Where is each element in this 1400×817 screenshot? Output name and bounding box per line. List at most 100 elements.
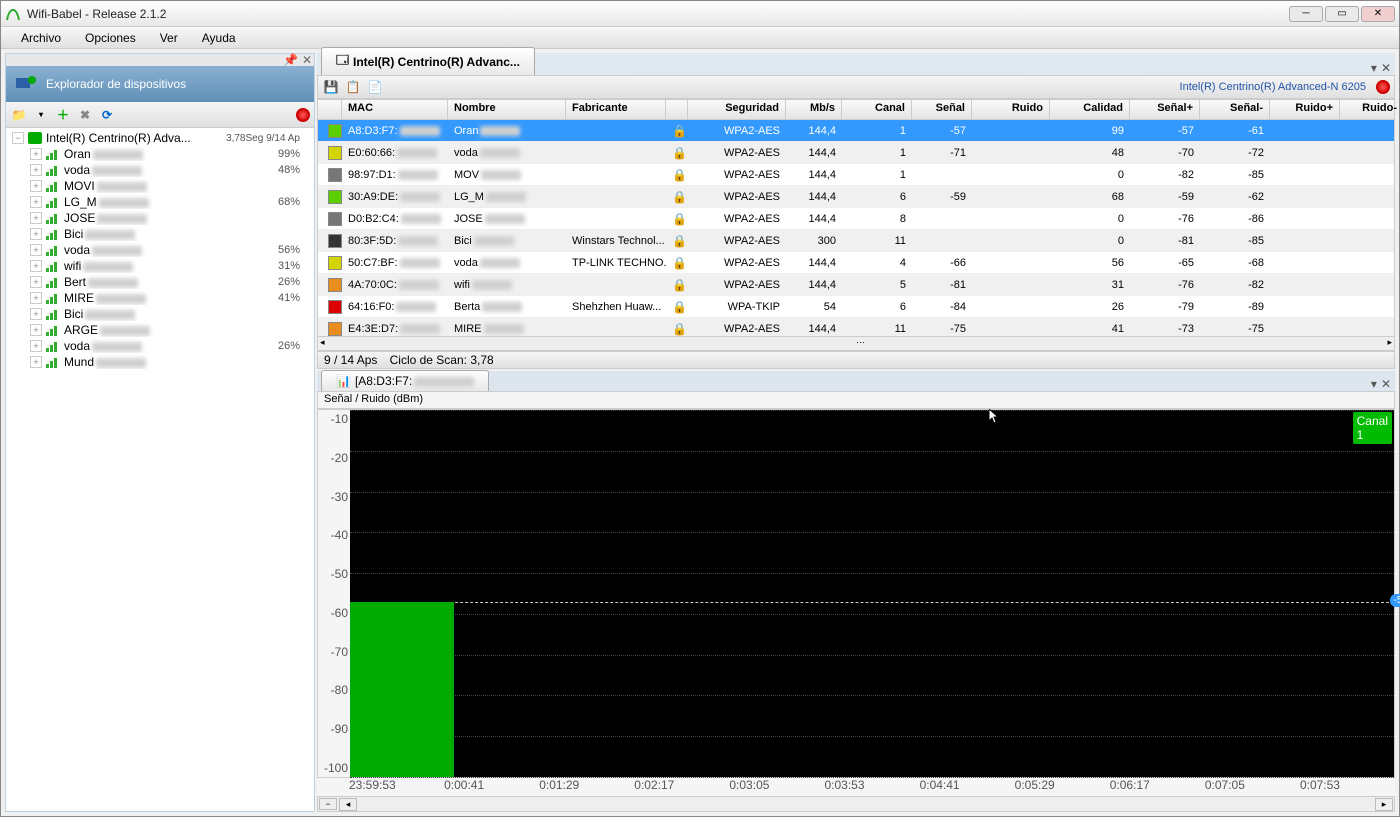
col-ruidop[interactable]: Ruido+ bbox=[1270, 100, 1340, 119]
settings-button[interactable]: 📄 bbox=[366, 78, 384, 96]
expand-icon[interactable]: + bbox=[30, 148, 42, 160]
expand-icon[interactable]: + bbox=[30, 292, 42, 304]
expand-icon[interactable]: + bbox=[30, 356, 42, 368]
tree-item-label: Bert bbox=[64, 275, 278, 289]
add-button[interactable]: ＋ bbox=[54, 106, 72, 124]
col-senalp[interactable]: Señal+ bbox=[1130, 100, 1200, 119]
maximize-button[interactable]: ▭ bbox=[1325, 6, 1359, 22]
grid-body[interactable]: A8:D3:F7: Oran 🔒 WPA2-AES 144,4 1 -57 99… bbox=[318, 120, 1394, 336]
col-seguridad[interactable]: Seguridad bbox=[688, 100, 786, 119]
expand-icon[interactable]: + bbox=[30, 212, 42, 224]
expand-icon[interactable]: + bbox=[30, 340, 42, 352]
record-icon[interactable] bbox=[296, 108, 310, 122]
x-axis: 23:59:530:00:410:01:290:02:170:03:050:03… bbox=[317, 778, 1395, 796]
device-tree[interactable]: − Intel(R) Centrino(R) Adva... 3,78Seg 9… bbox=[6, 128, 314, 811]
close-button[interactable]: ✕ bbox=[1361, 6, 1395, 22]
expand-icon[interactable]: + bbox=[30, 244, 42, 256]
chart-tab-strip: 📊 [A8:D3:F7: ▾ ✕ bbox=[317, 371, 1395, 391]
chart-tab[interactable]: 📊 [A8:D3:F7: bbox=[321, 370, 489, 391]
chart-dropdown-icon[interactable]: ▾ bbox=[1371, 377, 1377, 391]
col-mac[interactable]: MAC bbox=[342, 100, 448, 119]
tree-item[interactable]: +Oran99% bbox=[8, 146, 312, 162]
collapse-icon[interactable]: − bbox=[12, 132, 24, 144]
remove-button[interactable]: ✖ bbox=[76, 106, 94, 124]
expand-icon[interactable]: + bbox=[30, 228, 42, 240]
expand-icon[interactable]: + bbox=[30, 196, 42, 208]
record-toggle[interactable] bbox=[1376, 80, 1390, 94]
plot-area[interactable]: Canal1 -57 bbox=[350, 410, 1394, 777]
h-scrollbar[interactable]: ◂ ⋯ ▸ bbox=[318, 336, 1394, 350]
grid-header: MAC Nombre Fabricante Seguridad Mb/s Can… bbox=[318, 100, 1394, 120]
tree-root[interactable]: − Intel(R) Centrino(R) Adva... 3,78Seg 9… bbox=[8, 130, 312, 146]
scroll-right-button[interactable]: ▸ bbox=[1375, 798, 1393, 811]
scroll-left-button[interactable]: ◂ bbox=[339, 798, 357, 811]
adapter-tab-strip: 🗔 Intel(R) Centrino(R) Advanc... ▾ ✕ bbox=[317, 53, 1395, 75]
col-canal[interactable]: Canal bbox=[842, 100, 912, 119]
expand-icon[interactable]: + bbox=[30, 260, 42, 272]
tree-item[interactable]: +Bert26% bbox=[8, 274, 312, 290]
dropdown-icon[interactable]: ▾ bbox=[32, 106, 50, 124]
lock-icon: 🔒 bbox=[672, 234, 687, 248]
tree-item[interactable]: +Bici bbox=[8, 226, 312, 242]
refresh-button[interactable]: ⟳ bbox=[98, 106, 116, 124]
menu-opciones[interactable]: Opciones bbox=[75, 28, 146, 48]
tab-dropdown-icon[interactable]: ▾ bbox=[1371, 61, 1377, 75]
chart-close-icon[interactable]: ✕ bbox=[1381, 377, 1391, 391]
col-nombre[interactable]: Nombre bbox=[448, 100, 566, 119]
menu-ver[interactable]: Ver bbox=[150, 28, 188, 48]
table-row[interactable]: E0:60:66: voda 🔒 WPA2-AES 144,4 1 -71 48… bbox=[318, 142, 1394, 164]
tree-item-label: voda bbox=[64, 163, 278, 177]
table-row[interactable]: 50:C7:BF: voda TP-LINK TECHNO... 🔒 WPA2-… bbox=[318, 252, 1394, 274]
export-button[interactable]: 📋 bbox=[344, 78, 362, 96]
col-ruidom[interactable]: Ruido- bbox=[1340, 100, 1400, 119]
col-calidad[interactable]: Calidad bbox=[1050, 100, 1130, 119]
table-row[interactable]: 4A:70:0C: wifi 🔒 WPA2-AES 144,4 5 -81 31… bbox=[318, 274, 1394, 296]
tree-item[interactable]: + voda48% bbox=[8, 162, 312, 178]
table-row[interactable]: 80:3F:5D: Bici Winstars Technol... 🔒 WPA… bbox=[318, 230, 1394, 252]
col-fabricante[interactable]: Fabricante bbox=[566, 100, 666, 119]
col-ruido[interactable]: Ruido bbox=[972, 100, 1050, 119]
tree-item[interactable]: +JOSE bbox=[8, 210, 312, 226]
tree-item[interactable]: +MIRE41% bbox=[8, 290, 312, 306]
tree-item[interactable]: +voda26% bbox=[8, 338, 312, 354]
networks-grid: MAC Nombre Fabricante Seguridad Mb/s Can… bbox=[317, 99, 1395, 351]
expand-icon[interactable]: + bbox=[30, 276, 42, 288]
menu-ayuda[interactable]: Ayuda bbox=[192, 28, 246, 48]
col-mbs[interactable]: Mb/s bbox=[786, 100, 842, 119]
signal-icon bbox=[46, 324, 60, 336]
expand-icon[interactable]: + bbox=[30, 324, 42, 336]
tree-item[interactable]: +Bici bbox=[8, 306, 312, 322]
table-row[interactable]: 30:A9:DE: LG_M 🔒 WPA2-AES 144,4 6 -59 68… bbox=[318, 186, 1394, 208]
table-row[interactable]: E4:3E:D7: MIRE 🔒 WPA2-AES 144,4 11 -75 4… bbox=[318, 318, 1394, 336]
lock-icon: 🔒 bbox=[672, 300, 687, 314]
save-button[interactable]: 💾 bbox=[322, 78, 340, 96]
panel-close-icon[interactable]: ✕ bbox=[302, 53, 312, 67]
table-row[interactable]: A8:D3:F7: Oran 🔒 WPA2-AES 144,4 1 -57 99… bbox=[318, 120, 1394, 142]
pin-icon[interactable]: 📌 bbox=[283, 53, 298, 67]
tree-item-label: Mund bbox=[64, 355, 300, 369]
chart-scrollbar[interactable]: − ◂ ▸ bbox=[317, 796, 1395, 812]
adapter-tab[interactable]: 🗔 Intel(R) Centrino(R) Advanc... bbox=[321, 47, 535, 75]
tree-item[interactable]: +MOVI bbox=[8, 178, 312, 194]
tab-close-icon[interactable]: ✕ bbox=[1381, 61, 1391, 75]
expand-icon[interactable]: + bbox=[30, 308, 42, 320]
zoom-out-button[interactable]: − bbox=[319, 798, 337, 810]
expand-icon[interactable]: + bbox=[30, 180, 42, 192]
tree-item[interactable]: +ARGE bbox=[8, 322, 312, 338]
tree-item[interactable]: +wifi31% bbox=[8, 258, 312, 274]
tree-item[interactable]: +LG_M68% bbox=[8, 194, 312, 210]
tree-item[interactable]: +voda56% bbox=[8, 242, 312, 258]
tree-item[interactable]: + Mund bbox=[8, 354, 312, 370]
menu-archivo[interactable]: Archivo bbox=[11, 28, 71, 48]
table-row[interactable]: 64:16:F0: Berta Shehzhen Huaw... 🔒 WPA-T… bbox=[318, 296, 1394, 318]
folder-icon[interactable]: 📁 bbox=[10, 106, 28, 124]
col-senal[interactable]: Señal bbox=[912, 100, 972, 119]
signal-icon bbox=[46, 308, 60, 320]
table-row[interactable]: D0:B2:C4: JOSE 🔒 WPA2-AES 144,4 8 0 -76 … bbox=[318, 208, 1394, 230]
minimize-button[interactable]: ─ bbox=[1289, 6, 1323, 22]
expand-icon[interactable]: + bbox=[30, 164, 42, 176]
table-row[interactable]: 98:97:D1: MOV 🔒 WPA2-AES 144,4 1 0 -82 -… bbox=[318, 164, 1394, 186]
col-senalm[interactable]: Señal- bbox=[1200, 100, 1270, 119]
lock-icon: 🔒 bbox=[672, 278, 687, 292]
tree-item-pct: 48% bbox=[278, 164, 308, 176]
